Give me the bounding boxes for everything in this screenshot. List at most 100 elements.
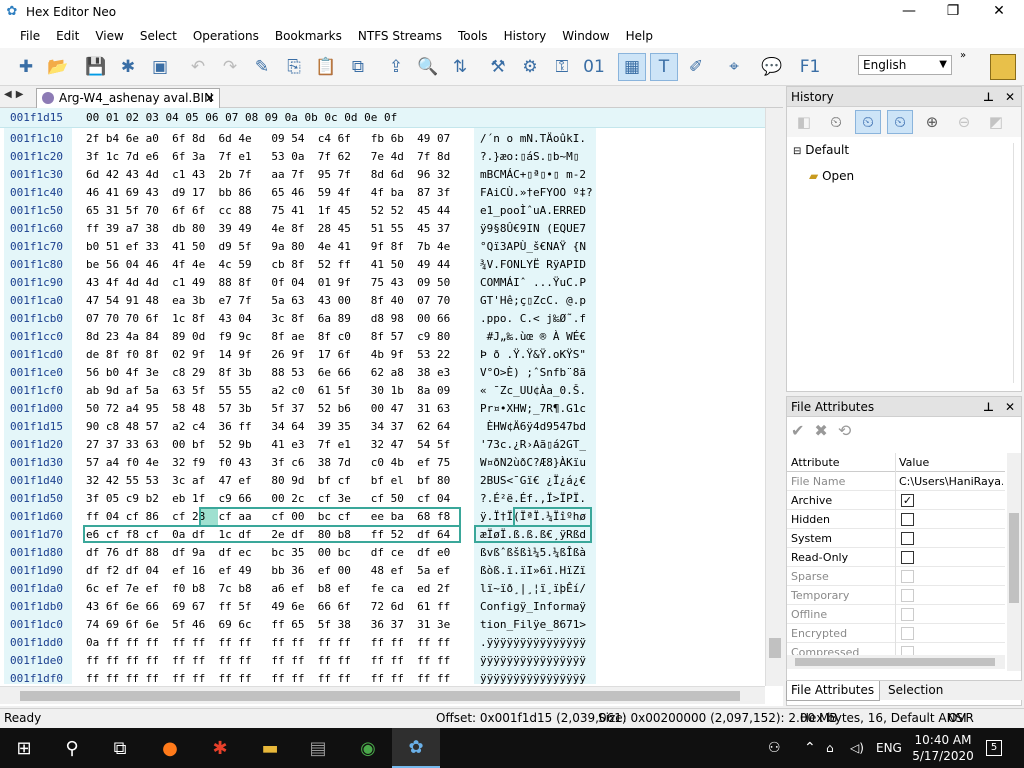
row-hex-bytes[interactable]: 90 c8 48 57 a2 c4 36 ff 34 64 39 35 34 3… (86, 418, 450, 436)
row-hex-bytes[interactable]: 3f 05 c9 b2 eb 1f c9 66 00 2c cf 3e cf 5… (86, 490, 450, 508)
menu-edit[interactable]: Edit (48, 25, 87, 47)
row-hex-bytes[interactable]: 6c ef 7e ef f0 b8 7c b8 a6 ef b8 ef fe c… (86, 580, 450, 598)
tray-chevron-up-icon[interactable]: ⌃ (804, 728, 816, 768)
row-hex-bytes[interactable]: 43 6f 6e 66 69 67 ff 5f 49 6e 66 6f 72 6… (86, 598, 450, 616)
open-folder-icon[interactable]: 📂 (44, 53, 72, 81)
file-explorer-icon[interactable]: ▬ (246, 728, 294, 768)
menu-history[interactable]: History (496, 25, 555, 47)
attributes-hscrollbar[interactable] (787, 655, 1005, 669)
row-hex-bytes[interactable]: 32 42 55 53 3c af 47 ef 80 9d bf cf bf e… (86, 472, 450, 490)
tab-file-attributes[interactable]: File Attributes (786, 681, 880, 701)
menu-ntfs-streams[interactable]: NTFS Streams (350, 25, 450, 47)
toolbar-overflow-icon[interactable]: » (960, 50, 966, 61)
menu-operations[interactable]: Operations (185, 25, 267, 47)
row-hex-bytes[interactable]: 57 a4 f0 4e 32 f9 f0 43 3f c6 38 7d c0 4… (86, 454, 450, 472)
history-root-node[interactable]: ⊟ Default (793, 143, 849, 157)
grid-view-icon[interactable]: ▦ (618, 52, 646, 81)
row-hex-bytes[interactable]: ff 39 a7 38 db 80 39 49 4e 8f 28 45 51 5… (86, 220, 450, 238)
row-ascii[interactable]: FAiCÙ.»†eFYOO º‡? (480, 184, 593, 202)
new-file-icon[interactable]: ✚ (12, 53, 40, 81)
help-f1-icon[interactable]: F1 (796, 53, 824, 81)
row-ascii[interactable]: COMMÁIˆ ...ŸuC.P (480, 274, 586, 292)
row-ascii[interactable]: W¤ðN2ùðC?Æ8}ÀKïu (480, 454, 586, 472)
language-select[interactable]: English ▼ (858, 55, 952, 75)
menu-select[interactable]: Select (132, 25, 185, 47)
history-child-node[interactable]: ▰ Open (809, 169, 854, 183)
save-as-icon[interactable]: ▣ (146, 53, 174, 81)
select-all-icon[interactable]: ⌖ (720, 53, 748, 81)
attribute-checkbox[interactable] (901, 532, 914, 545)
horizontal-scrollbar[interactable] (0, 686, 765, 704)
row-ascii[interactable]: Þ ð .Ÿ.Ÿ&Ÿ.oKŸS" (480, 346, 586, 364)
settings-icon[interactable] (990, 54, 1016, 80)
attributes-hscroll-thumb[interactable] (795, 658, 995, 666)
row-hex-bytes[interactable]: 3f 1c 7d e6 6f 3a 7f e1 53 0a 7f 62 7e 4… (86, 148, 450, 166)
history-branch-icon[interactable]: ⏲ (855, 110, 881, 134)
row-ascii[interactable]: .ppo. C.< j‰Ø˜.f (480, 310, 586, 328)
task-view-icon[interactable]: ⧉ (96, 728, 144, 768)
row-hex-bytes[interactable]: be 56 04 46 4f 4e 4c 59 cb 8f 52 ff 41 5… (86, 256, 450, 274)
clock[interactable]: 10:40 AM 5/17/2020 (905, 732, 981, 764)
row-hex-bytes[interactable]: df 76 df 88 df 9a df ec bc 35 00 bc df c… (86, 544, 450, 562)
row-hex-bytes[interactable]: 50 72 a4 95 58 48 57 3b 5f 37 52 b6 00 4… (86, 400, 450, 418)
video-editor-icon[interactable]: ▤ (294, 728, 342, 768)
row-ascii[interactable]: ÿÿÿÿÿÿÿÿÿÿÿÿÿÿÿÿ (480, 652, 586, 670)
expand-icon[interactable]: ⊟ (793, 146, 801, 157)
row-ascii[interactable]: #J„‰.ùœ ® À WÉ€ (480, 328, 586, 346)
save-icon[interactable]: 💾 (82, 53, 110, 81)
text-view-icon[interactable]: T (650, 52, 678, 81)
row-ascii[interactable]: ßòß.ï.ïI»6ï.HïZï (480, 562, 586, 580)
vertical-scrollbar[interactable] (765, 108, 783, 686)
paste-special-icon[interactable]: ⧉ (344, 53, 372, 81)
row-ascii[interactable]: .ÿÿÿÿÿÿÿÿÿÿÿÿÿÿÿ (480, 634, 586, 652)
binary-icon[interactable]: 01 (580, 53, 608, 81)
row-ascii[interactable]: ¾V.FONLYË RÿAPID (480, 256, 586, 274)
menu-view[interactable]: View (87, 25, 131, 47)
discard-icon[interactable]: ✖ (814, 421, 837, 440)
row-ascii[interactable]: lï~ïð¸|¸¦ï¸ïþÊí/ (480, 580, 586, 598)
row-hex-bytes[interactable]: de 8f f0 8f 02 9f 14 9f 26 9f 17 6f 4b 9… (86, 346, 450, 364)
input-language[interactable]: ENG (876, 728, 902, 768)
row-hex-bytes[interactable]: b0 51 ef 33 41 50 d9 5f 9a 80 4e 41 9f 8… (86, 238, 450, 256)
row-ascii[interactable]: V°O>È) ;ˆSnfb¨8ã (480, 364, 586, 382)
menu-file[interactable]: File (12, 25, 48, 47)
history-clear-icon[interactable]: ◩ (983, 110, 1009, 134)
redo-icon[interactable]: ↷ (216, 53, 244, 81)
row-hex-bytes[interactable]: 0a ff ff ff ff ff ff ff ff ff ff ff ff f… (86, 634, 450, 652)
replace-icon[interactable]: ⇅ (446, 53, 474, 81)
row-ascii[interactable]: /´n o mN.TÄoûkI. (480, 130, 586, 148)
row-ascii[interactable]: « ¯Zc_UU¢Àa_0.Š. (480, 382, 586, 400)
vertical-scroll-thumb[interactable] (769, 638, 781, 658)
pin-icon[interactable]: ⊥ (983, 397, 994, 417)
attribute-checkbox[interactable] (901, 627, 914, 640)
attribute-checkbox[interactable] (901, 551, 914, 564)
row-ascii[interactable]: Pr¤•XHW;_7R¶.G1c (480, 400, 586, 418)
search-icon[interactable]: ⚲ (48, 728, 96, 768)
row-ascii[interactable]: tion_Filÿe_8671> (480, 616, 586, 634)
close-button[interactable]: ✕ (976, 0, 1022, 24)
tab-selection[interactable]: Selection (884, 681, 964, 701)
row-ascii[interactable]: 2BUS<¯Gï€ ¿Ï¿á¿€ (480, 472, 586, 490)
chat-icon[interactable]: 💬 (758, 53, 786, 81)
menu-window[interactable]: Window (554, 25, 617, 47)
menu-bookmarks[interactable]: Bookmarks (267, 25, 350, 47)
row-hex-bytes[interactable]: 07 70 70 6f 1c 8f 43 04 3c 8f 6a 89 d8 9… (86, 310, 450, 328)
paste-icon[interactable]: 📋 (312, 53, 340, 81)
find-icon[interactable]: 🔍 (414, 53, 442, 81)
start-windows-icon[interactable]: ⊞ (0, 728, 48, 768)
export-icon[interactable]: ⇪ (382, 53, 410, 81)
chrome-icon[interactable]: ◉ (344, 728, 392, 768)
row-hex-bytes[interactable]: 65 31 5f 70 6f 6f cc 88 75 41 1f 45 52 5… (86, 202, 450, 220)
save-all-icon[interactable]: ✱ (114, 53, 142, 81)
row-hex-bytes[interactable]: 43 4f 4d 4d c1 49 88 8f 0f 04 01 9f 75 4… (86, 274, 450, 292)
attribute-checkbox[interactable] (901, 608, 914, 621)
attribute-checkbox[interactable] (901, 513, 914, 526)
tab-document[interactable]: Arg-W4_ashenay aval.BIN ✕ (36, 88, 220, 108)
row-hex-bytes[interactable]: 47 54 91 48 ea 3b e7 7f 5a 63 43 00 8f 4… (86, 292, 450, 310)
tab-scroll-arrows-icon[interactable]: ◀▶ (4, 89, 27, 100)
hex-editor-taskbar-icon[interactable]: ✿ (392, 728, 440, 768)
close-panel-icon[interactable]: ✕ (1005, 397, 1015, 417)
row-ascii[interactable]: ÿ9§8Û€9IN (EQUE7 (480, 220, 586, 238)
horizontal-scroll-thumb[interactable] (20, 691, 740, 701)
history-back-icon[interactable]: ◧ (791, 110, 817, 134)
